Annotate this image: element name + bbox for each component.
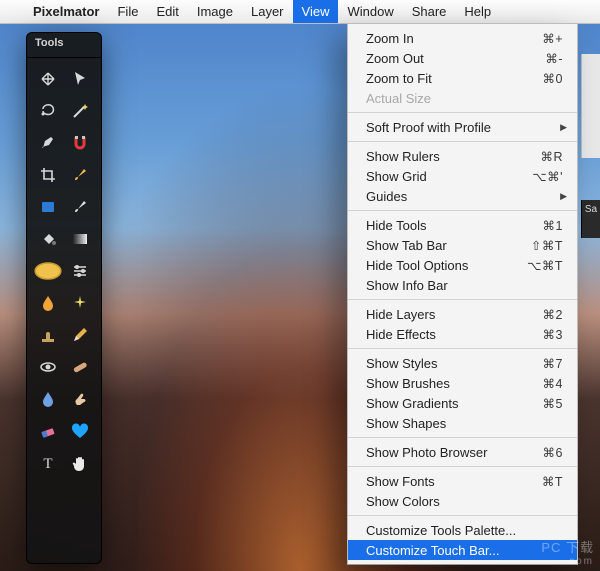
menu-item-label: Show Gradients xyxy=(366,396,543,411)
background-panel-dark: Sa xyxy=(581,200,600,238)
menu-item-label: Show Info Bar xyxy=(366,278,563,293)
menu-item-label: Show Photo Browser xyxy=(366,445,543,460)
menu-item-show-styles[interactable]: Show Styles⌘7 xyxy=(348,353,577,373)
menu-item-hide-layers[interactable]: Hide Layers⌘2 xyxy=(348,304,577,324)
menu-item-shortcut: ⌘5 xyxy=(543,396,563,411)
menu-edit[interactable]: Edit xyxy=(147,0,187,23)
shape-tool[interactable] xyxy=(65,416,95,446)
crop-tool[interactable] xyxy=(33,160,63,190)
pointer-tool[interactable] xyxy=(65,64,95,94)
hand-tool[interactable] xyxy=(65,448,95,478)
watermark: PC 下载.com xyxy=(541,537,594,567)
stamp-tool[interactable] xyxy=(33,320,63,350)
menu-item-label: Guides xyxy=(366,189,563,204)
marquee-tool[interactable] xyxy=(33,192,63,222)
wand-tool[interactable] xyxy=(65,96,95,126)
menu-item-shortcut: ⌘7 xyxy=(543,356,563,371)
menu-item-label: Show Styles xyxy=(366,356,543,371)
sponge-tool[interactable] xyxy=(24,247,72,295)
blur-tool[interactable] xyxy=(33,384,63,414)
svg-text:T: T xyxy=(43,456,52,472)
menu-item-label: Show Brushes xyxy=(366,376,543,391)
menu-item-show-grid[interactable]: Show Grid⌥⌘' xyxy=(348,166,577,186)
menu-item-label: Customize Tools Palette... xyxy=(366,523,563,538)
menu-item-show-gradients[interactable]: Show Gradients⌘5 xyxy=(348,393,577,413)
lasso-tool[interactable] xyxy=(33,96,63,126)
menu-item-shortcut: ⌘4 xyxy=(543,376,563,391)
menu-item-zoom-to-fit[interactable]: Zoom to Fit⌘0 xyxy=(348,68,577,88)
menu-item-shortcut: ⌘T xyxy=(542,474,563,489)
menu-item-label: Show Grid xyxy=(366,169,532,184)
menu-item-label: Zoom to Fit xyxy=(366,71,543,86)
menu-item-show-fonts[interactable]: Show Fonts⌘T xyxy=(348,471,577,491)
tools-palette-title: Tools xyxy=(27,33,101,58)
menu-share[interactable]: Share xyxy=(403,0,456,23)
eyedrop-tool[interactable] xyxy=(65,192,95,222)
menu-item-label: Show Rulers xyxy=(366,149,540,164)
view-menu-dropdown[interactable]: Zoom In⌘+Zoom Out⌘-Zoom to Fit⌘0Actual S… xyxy=(347,23,578,565)
menu-view[interactable]: View xyxy=(293,0,339,23)
menu-item-shortcut: ⌘+ xyxy=(542,31,563,46)
menu-app[interactable]: Pixelmator xyxy=(24,0,108,23)
menu-item-shortcut: ⌘- xyxy=(545,51,563,66)
menu-item-show-colors[interactable]: Show Colors xyxy=(348,491,577,511)
menu-file[interactable]: File xyxy=(108,0,147,23)
menu-item-shortcut: ⌥⌘' xyxy=(532,169,563,184)
menu-item-shortcut: ⌘6 xyxy=(543,445,563,460)
menu-item-shortcut: ⌘0 xyxy=(543,71,563,86)
menu-item-label: Show Tab Bar xyxy=(366,238,531,253)
tools-palette[interactable]: Tools T xyxy=(26,32,102,564)
menu-item-shortcut: ⌘3 xyxy=(543,327,563,342)
menu-image[interactable]: Image xyxy=(188,0,242,23)
menu-item-shortcut: ⇧⌘T xyxy=(531,238,563,253)
move-tool[interactable] xyxy=(33,64,63,94)
background-panel xyxy=(581,54,600,158)
menu-item-label: Hide Layers xyxy=(366,307,543,322)
menu-item-label: Zoom Out xyxy=(366,51,545,66)
menu-item-zoom-out[interactable]: Zoom Out⌘- xyxy=(348,48,577,68)
menu-item-label: Hide Tools xyxy=(366,218,543,233)
menu-item-label: Soft Proof with Profile xyxy=(366,120,563,135)
pen-tool[interactable] xyxy=(33,128,63,158)
menu-item-hide-tool-options[interactable]: Hide Tool Options⌥⌘T xyxy=(348,255,577,275)
menu-item-hide-effects[interactable]: Hide Effects⌘3 xyxy=(348,324,577,344)
magnet-tool[interactable] xyxy=(65,128,95,158)
menu-item-soft-proof-with-profile[interactable]: Soft Proof with Profile xyxy=(348,117,577,137)
menu-item-label: Zoom In xyxy=(366,31,542,46)
menu-item-show-shapes[interactable]: Show Shapes xyxy=(348,413,577,433)
menu-item-show-photo-browser[interactable]: Show Photo Browser⌘6 xyxy=(348,442,577,462)
menu-item-label: Hide Tool Options xyxy=(366,258,527,273)
menu-item-shortcut: ⌘R xyxy=(540,149,563,164)
menu-layer[interactable]: Layer xyxy=(242,0,293,23)
brush-tool1[interactable] xyxy=(65,160,95,190)
menu-help[interactable]: Help xyxy=(455,0,500,23)
menu-item-label: Hide Effects xyxy=(366,327,543,342)
menu-item-label: Actual Size xyxy=(366,91,563,106)
menu-item-label: Show Shapes xyxy=(366,416,563,431)
menu-item-shortcut: ⌘2 xyxy=(543,307,563,322)
menu-item-show-rulers[interactable]: Show Rulers⌘R xyxy=(348,146,577,166)
menu-item-show-info-bar[interactable]: Show Info Bar xyxy=(348,275,577,295)
menu-item-actual-size: Actual Size xyxy=(348,88,577,108)
eye-tool[interactable] xyxy=(33,352,63,382)
menu-window[interactable]: Window xyxy=(338,0,402,23)
menu-item-hide-tools[interactable]: Hide Tools⌘1 xyxy=(348,215,577,235)
menu-item-guides[interactable]: Guides xyxy=(348,186,577,206)
menu-item-label: Show Fonts xyxy=(366,474,542,489)
menu-item-show-brushes[interactable]: Show Brushes⌘4 xyxy=(348,373,577,393)
menu-item-label: Show Colors xyxy=(366,494,563,509)
menubar[interactable]: Pixelmator File Edit Image Layer View Wi… xyxy=(0,0,600,24)
heal-tool[interactable] xyxy=(65,352,95,382)
menu-item-zoom-in[interactable]: Zoom In⌘+ xyxy=(348,28,577,48)
smudge-tool[interactable] xyxy=(65,384,95,414)
menu-item-label: Customize Touch Bar... xyxy=(366,543,563,558)
menu-item-show-tab-bar[interactable]: Show Tab Bar⇧⌘T xyxy=(348,235,577,255)
text-tool[interactable]: T xyxy=(33,448,63,478)
pencil-tool[interactable] xyxy=(65,320,95,350)
menu-item-shortcut: ⌘1 xyxy=(543,218,563,233)
menu-item-shortcut: ⌥⌘T xyxy=(527,258,563,273)
eraser-tool[interactable] xyxy=(33,416,63,446)
